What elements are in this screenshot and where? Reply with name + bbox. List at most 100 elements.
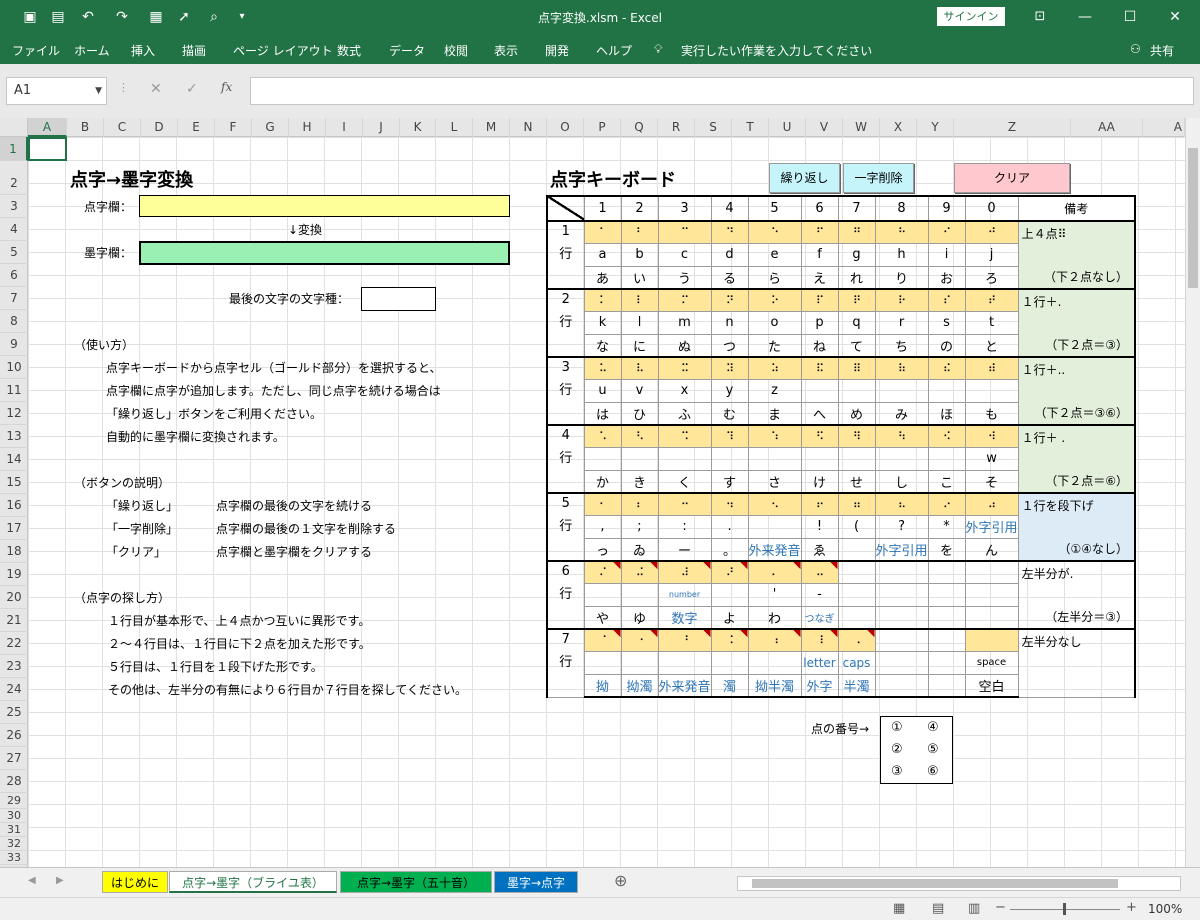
braille-cell[interactable]: ⠎	[927, 288, 966, 312]
row-header[interactable]: 6	[0, 264, 28, 287]
col-header[interactable]: L	[436, 118, 473, 137]
col-header[interactable]: Y	[917, 118, 954, 137]
zoom-in-icon[interactable]: +	[1126, 900, 1137, 915]
redo-icon[interactable]: ↷	[112, 7, 132, 27]
col-header[interactable]: E	[178, 118, 215, 137]
col-header[interactable]: Q	[621, 118, 658, 137]
row-header[interactable]: 31	[0, 823, 28, 837]
share-button[interactable]: 共有	[1150, 42, 1174, 59]
braille-cell[interactable]: ⠐	[620, 628, 659, 652]
row-header[interactable]: 15	[0, 471, 28, 494]
minimize-icon[interactable]: —	[1070, 5, 1100, 29]
maximize-icon[interactable]: ☐	[1115, 5, 1145, 29]
braille-cell[interactable]: ⠺	[964, 424, 1019, 448]
tell-me-box[interactable]: 実行したい作業を入力してください	[681, 42, 872, 59]
page-break-view-icon[interactable]: ▥	[968, 901, 980, 916]
col-header[interactable]: O	[547, 118, 584, 137]
ribbon-display-icon[interactable]: ⊡	[1025, 5, 1055, 29]
col-header[interactable]: V	[806, 118, 843, 137]
braille-cell[interactable]: ⠯	[800, 356, 839, 380]
cancel-icon[interactable]: ✕	[150, 81, 162, 97]
tab-file[interactable]: ファイル	[12, 42, 60, 59]
braille-cell[interactable]: ⠚	[964, 220, 1019, 244]
row-header[interactable]: 2	[0, 161, 28, 195]
page-layout-view-icon[interactable]: ▤	[932, 901, 944, 916]
col-header[interactable]: J	[363, 118, 400, 137]
tab-draw[interactable]: 描画	[182, 42, 206, 59]
row-header[interactable]: 11	[0, 379, 28, 402]
col-header[interactable]: N	[510, 118, 547, 137]
braille-cell[interactable]: ⠭	[657, 356, 712, 380]
col-header[interactable]: M	[473, 118, 510, 137]
row-header[interactable]: 21	[0, 609, 28, 632]
sheet-tab-text-to-braille[interactable]: 墨字→点字	[494, 871, 578, 893]
braille-cell[interactable]: ⠧	[620, 356, 659, 380]
last-type-field[interactable]	[361, 287, 436, 311]
chevron-down-icon[interactable]: ▼	[95, 78, 102, 104]
braille-cell[interactable]: ⠜	[710, 560, 749, 584]
braille-cell[interactable]: ⠻	[837, 424, 876, 448]
braille-cell[interactable]: ⠱	[747, 424, 802, 448]
braille-cell[interactable]: ⠂	[583, 492, 622, 516]
braille-cell[interactable]: ⠼	[657, 560, 712, 584]
vertical-scrollbar[interactable]	[1185, 118, 1200, 867]
braille-cell[interactable]: ⠬	[620, 560, 659, 584]
clear-button[interactable]: クリア	[954, 163, 1070, 193]
col-header[interactable]: F	[215, 118, 252, 137]
braille-cell[interactable]: ⠷	[874, 356, 929, 380]
braille-cell[interactable]: ⠫	[800, 424, 839, 448]
braille-cell[interactable]: ⠪	[927, 424, 966, 448]
row-header[interactable]: 20	[0, 586, 28, 609]
select-pointer-icon[interactable]: ➚	[174, 7, 194, 27]
row-header[interactable]: 29	[0, 793, 28, 809]
braille-cell[interactable]: ⠖	[800, 492, 839, 516]
braille-cell[interactable]: ⠄	[747, 560, 802, 584]
col-header[interactable]: AA	[1071, 118, 1143, 137]
braille-cell[interactable]: ⠸	[800, 628, 839, 652]
row-header[interactable]: 18	[0, 540, 28, 563]
row-header[interactable]: 14	[0, 448, 28, 471]
form-icon[interactable]: ▦	[146, 7, 166, 27]
braille-cell[interactable]: ⠿	[837, 356, 876, 380]
braille-cell[interactable]: ⠁	[583, 220, 622, 244]
vertical-scroll-thumb[interactable]	[1188, 148, 1198, 288]
braille-cell[interactable]: ⠢	[747, 492, 802, 516]
braille-cell[interactable]: ⠗	[874, 288, 929, 312]
row-header[interactable]: 32	[0, 837, 28, 851]
sheet-tab-braille-table[interactable]: 点字→墨字（ブライユ表）	[169, 871, 337, 893]
row-header[interactable]: 17	[0, 517, 28, 540]
active-cell-a1[interactable]	[28, 137, 67, 161]
sheet-tab-gojuon[interactable]: 点字→墨字（五十音）	[340, 871, 492, 893]
col-header[interactable]: W	[843, 118, 880, 137]
col-header[interactable]: G	[252, 118, 289, 137]
zoom-out-icon[interactable]: −	[995, 900, 1006, 915]
col-header[interactable]: I	[326, 118, 363, 137]
row-header[interactable]: 10	[0, 356, 28, 379]
braille-cell[interactable]: ⠔	[927, 492, 966, 516]
col-header[interactable]: P	[584, 118, 621, 137]
braille-cell[interactable]: ⠌	[583, 560, 622, 584]
row-header[interactable]: 19	[0, 563, 28, 586]
tab-scroll-left-icon[interactable]: ◀	[28, 875, 36, 886]
zoom-slider-thumb[interactable]	[1063, 903, 1066, 915]
braille-cell[interactable]: ⠵	[747, 356, 802, 380]
tab-developer[interactable]: 開発	[545, 42, 569, 59]
braille-cell[interactable]: ⠈	[583, 628, 622, 652]
braille-cell[interactable]: ⠳	[874, 424, 929, 448]
col-header[interactable]: T	[732, 118, 769, 137]
tab-help[interactable]: ヘルプ	[596, 42, 632, 59]
undo-icon[interactable]: ↶	[78, 7, 98, 27]
col-header[interactable]: U	[769, 118, 806, 137]
braille-cell[interactable]: ⠦	[874, 492, 929, 516]
row-header[interactable]: 16	[0, 494, 28, 517]
row-header[interactable]: 5	[0, 241, 28, 264]
col-header[interactable]: B	[67, 118, 104, 137]
braille-cell[interactable]: ⠽	[710, 356, 749, 380]
horizontal-scroll-thumb[interactable]	[752, 879, 1118, 888]
normal-view-icon[interactable]: ▦	[893, 901, 905, 916]
braille-cell[interactable]: ⠠	[837, 628, 876, 652]
braille-cell[interactable]: ⠡	[583, 424, 622, 448]
sheet-tab-intro[interactable]: はじめに	[102, 871, 168, 893]
tab-insert[interactable]: 挿入	[131, 42, 155, 59]
formula-input[interactable]	[250, 77, 1194, 105]
